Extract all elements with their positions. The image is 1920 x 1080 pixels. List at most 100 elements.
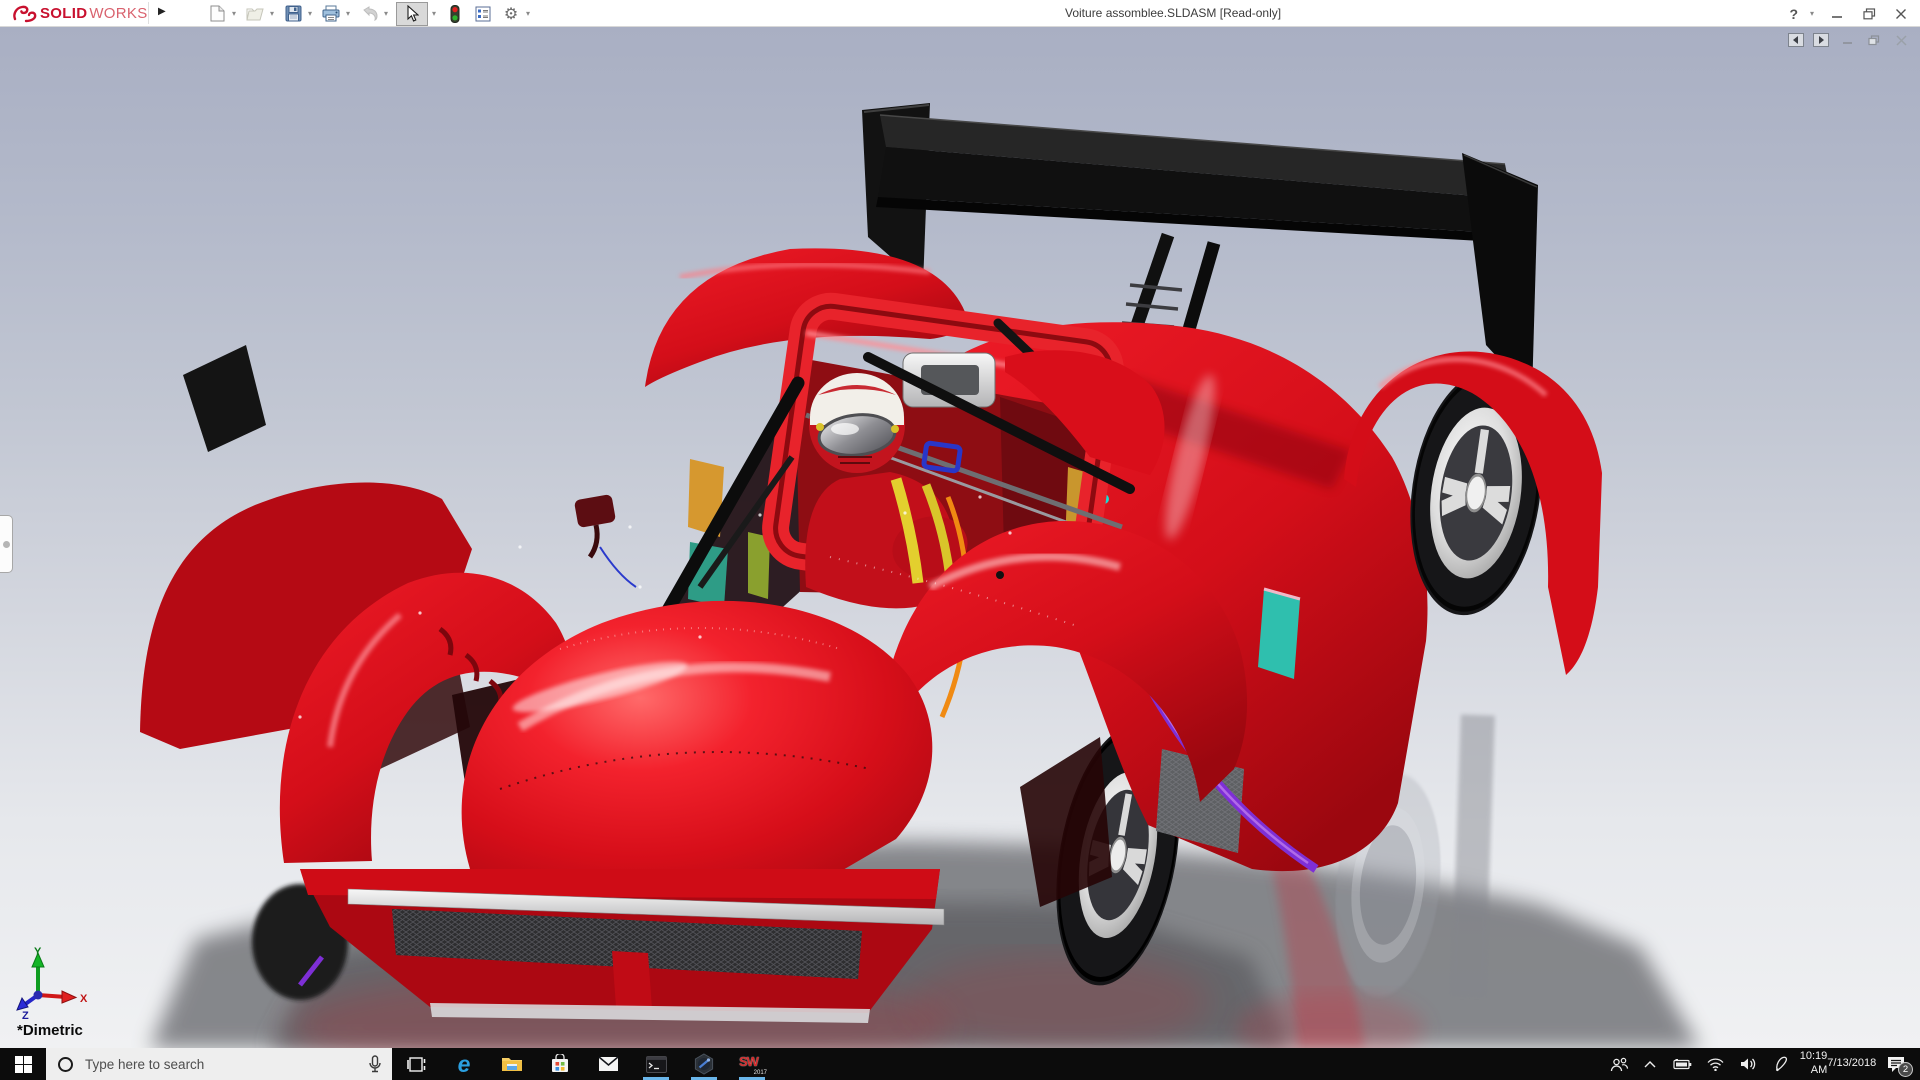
dropdown-caret[interactable]: ▾ — [430, 9, 438, 18]
reference-triad: Y X Z — [16, 946, 88, 1019]
window-title: Voiture assomblee.SLDASM [Read-only] — [1065, 6, 1282, 20]
windows-taskbar: e — [0, 1048, 1920, 1080]
triad-z-label: Z — [22, 1010, 29, 1019]
taskbar-app-task-view[interactable] — [392, 1048, 440, 1080]
doc-minimize-button[interactable] — [1838, 33, 1856, 47]
dropdown-caret[interactable]: ▾ — [306, 9, 314, 18]
close-icon — [1895, 34, 1907, 46]
tab-knob-icon — [3, 541, 10, 548]
hexagon-app-icon — [694, 1053, 714, 1075]
undo-button[interactable] — [358, 3, 380, 25]
save-button[interactable] — [282, 3, 304, 25]
print-button[interactable] — [320, 3, 342, 25]
start-button[interactable] — [0, 1048, 46, 1080]
brand-text-solid: SOLID — [40, 5, 88, 22]
doc-scroll-right-button[interactable] — [1813, 33, 1829, 47]
new-document-button[interactable] — [206, 3, 228, 25]
taskbar-app-file-explorer[interactable] — [488, 1048, 536, 1080]
left-side-mirror — [574, 494, 637, 588]
help-dropdown-caret[interactable]: ▾ — [1808, 9, 1816, 18]
action-center-button[interactable]: 2 — [1878, 1048, 1914, 1080]
view-orientation-label: *Dimetric — [17, 1022, 83, 1039]
taskbar-search[interactable] — [46, 1048, 392, 1080]
rebuild-button[interactable] — [444, 3, 466, 25]
new-document-icon — [210, 5, 224, 22]
taskbar-app-mail[interactable] — [584, 1048, 632, 1080]
taskbar-apps: e SW 2017 — [392, 1048, 776, 1080]
cortana-icon — [58, 1056, 73, 1072]
taskbar-app-solidworks[interactable]: SW 2017 — [728, 1048, 776, 1080]
system-tray: 10:19 AM 7/13/2018 2 — [1604, 1048, 1920, 1080]
search-input[interactable] — [85, 1056, 368, 1072]
restore-icon — [1862, 7, 1875, 19]
people-icon — [1610, 1057, 1628, 1071]
undo-arrow-icon — [362, 6, 378, 21]
notification-badge: 2 — [1898, 1062, 1913, 1077]
traffic-light-icon — [450, 4, 460, 23]
triad-y-label: Y — [34, 946, 42, 958]
tray-expand-button[interactable] — [1634, 1048, 1666, 1080]
chevron-up-icon — [1644, 1060, 1656, 1067]
open-button[interactable] — [244, 3, 266, 25]
speaker-icon — [1741, 1058, 1756, 1070]
main-toolbar: ▾ ▾ ▾ ▾ ▾ ▾ ⚙ ▾ — [206, 0, 532, 27]
file-properties-button[interactable] — [472, 3, 494, 25]
minimize-button[interactable] — [1826, 4, 1848, 24]
minimize-icon — [1832, 15, 1842, 18]
dropdown-caret[interactable]: ▾ — [344, 9, 352, 18]
wifi-button[interactable] — [1699, 1048, 1732, 1080]
feature-manager-collapsed-tab[interactable] — [0, 515, 13, 573]
battery-charging-icon — [1673, 1058, 1692, 1069]
doc-restore-button[interactable] — [1865, 33, 1883, 47]
sw-icon-year: 2017 — [753, 1070, 767, 1076]
left-cockpit-opening — [183, 345, 266, 452]
sw-icon-text: SW — [739, 1054, 759, 1069]
triad-x-label: X — [80, 993, 88, 1005]
help-button[interactable]: ? — [1789, 6, 1798, 22]
windows-logo-icon — [14, 1055, 32, 1073]
windows-ink-button[interactable] — [1765, 1048, 1798, 1080]
select-tool-button[interactable] — [396, 1, 428, 26]
taskbar-app-command-prompt[interactable] — [632, 1048, 680, 1080]
menu-flyout-arrow[interactable]: ▶ — [148, 2, 166, 24]
doc-scroll-left-button[interactable] — [1788, 33, 1804, 47]
restore-icon — [1868, 34, 1880, 45]
gear-icon: ⚙ — [503, 5, 519, 23]
file-properties-icon — [475, 6, 491, 21]
minimize-icon — [1842, 42, 1852, 44]
microphone-icon[interactable] — [368, 1054, 382, 1074]
arrow-right-icon — [1819, 36, 1824, 44]
title-bar: SOLID WORKS ▶ ▾ ▾ ▾ ▾ ▾ ▾ ⚙ ▾ Voiture as… — [0, 0, 1920, 27]
dropdown-caret[interactable]: ▾ — [230, 9, 238, 18]
doc-close-button[interactable] — [1892, 33, 1910, 47]
mail-icon — [597, 1056, 619, 1071]
people-button[interactable] — [1604, 1048, 1634, 1080]
solidworks-2017-icon: SW 2017 — [739, 1053, 767, 1076]
task-view-icon — [406, 1056, 425, 1072]
close-icon — [1896, 8, 1906, 19]
close-button[interactable] — [1890, 4, 1912, 24]
side-vent-teal — [1258, 589, 1300, 679]
taskbar-app-hexagon[interactable] — [680, 1048, 728, 1080]
taskbar-app-edge[interactable]: e — [440, 1048, 488, 1080]
edge-icon: e — [457, 1050, 471, 1077]
dropdown-caret[interactable]: ▾ — [382, 9, 390, 18]
solidworks-logo-icon — [13, 5, 37, 22]
print-icon — [322, 5, 340, 22]
dropdown-caret[interactable]: ▾ — [524, 9, 532, 18]
clock-date: 7/13/2018 — [1827, 1057, 1877, 1070]
open-folder-icon — [245, 8, 264, 21]
battery-button[interactable] — [1666, 1048, 1699, 1080]
race-car-3d-model[interactable] — [0, 27, 1920, 1048]
restore-button[interactable] — [1858, 4, 1880, 24]
wifi-icon — [1707, 1058, 1724, 1071]
dropdown-caret[interactable]: ▾ — [268, 9, 276, 18]
document-window-controls — [1788, 33, 1910, 47]
clock-time: 10:19 AM — [1799, 1050, 1828, 1076]
graphics-viewport[interactable]: Y X Z *Dimetric — [0, 27, 1920, 1048]
file-explorer-icon — [502, 1058, 522, 1071]
taskbar-app-store[interactable] — [536, 1048, 584, 1080]
taskbar-clock[interactable]: 10:19 AM 7/13/2018 — [1800, 1048, 1876, 1080]
volume-button[interactable] — [1732, 1048, 1765, 1080]
options-button[interactable]: ⚙ — [500, 3, 522, 25]
